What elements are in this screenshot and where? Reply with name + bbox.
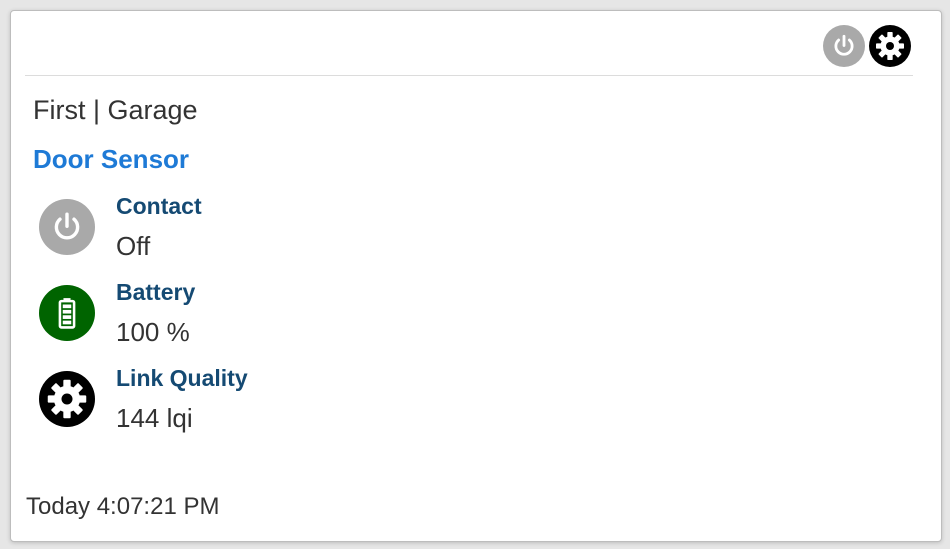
attribute-label: Link Quality — [116, 365, 248, 391]
card-header — [25, 11, 913, 76]
attribute-value: Off — [116, 231, 151, 261]
gear-icon — [47, 379, 87, 419]
power-icon — [54, 212, 80, 240]
attribute-value: 100 % — [116, 317, 190, 347]
battery-icon — [58, 298, 76, 329]
attribute-value: 144 lqi — [116, 403, 193, 433]
device-location: First | Garage — [33, 95, 198, 125]
gear-icon — [876, 32, 904, 60]
contact-icon-badge — [39, 199, 95, 255]
last-updated-timestamp: Today 4:07:21 PM — [26, 493, 220, 520]
power-button[interactable] — [823, 25, 865, 67]
header-actions — [823, 25, 911, 67]
power-icon — [834, 34, 854, 56]
attribute-contact: Contact Off — [39, 193, 539, 273]
attribute-link-quality: Link Quality 144 lqi — [39, 365, 539, 445]
battery-icon-badge — [39, 285, 95, 341]
settings-button[interactable] — [869, 25, 911, 67]
device-card: First | Garage Door Sensor Contact Off B… — [10, 10, 942, 542]
attribute-label: Contact — [116, 193, 202, 219]
attribute-label: Battery — [116, 279, 196, 305]
device-name-link[interactable]: Door Sensor — [33, 144, 189, 175]
link-quality-icon-badge — [39, 371, 95, 427]
attribute-battery: Battery 100 % — [39, 279, 539, 359]
